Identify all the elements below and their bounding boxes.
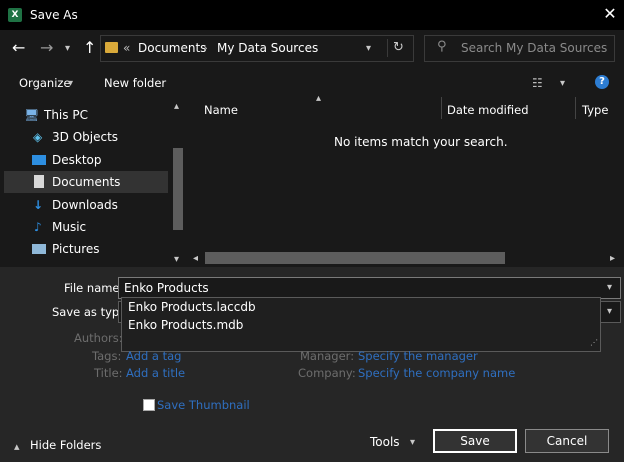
folder-icon: [105, 42, 118, 53]
back-arrow-icon[interactable]: ←: [12, 40, 25, 56]
close-icon[interactable]: ✕: [598, 3, 622, 25]
column-header-date-modified[interactable]: Date modified: [447, 103, 529, 117]
hide-folders-button[interactable]: Hide Folders: [30, 438, 101, 452]
recent-locations-chevron-icon[interactable]: ▾: [65, 43, 70, 54]
scroll-left-icon[interactable]: ◂: [193, 253, 198, 264]
add-title-link[interactable]: Add a title: [126, 366, 185, 380]
nav-item-label: Desktop: [52, 153, 102, 167]
nav-item-label: Pictures: [52, 242, 100, 256]
nav-item-music[interactable]: ♪ Music: [0, 216, 170, 238]
search-input[interactable]: Search My Data Sources: [461, 41, 607, 55]
file-name-input[interactable]: Enko Products: [124, 281, 209, 295]
company-label: Company:: [298, 366, 356, 380]
nav-item-this-pc[interactable]: 🖥 This PC: [0, 104, 170, 126]
nav-item-label: This PC: [44, 108, 88, 122]
new-folder-button[interactable]: New folder: [104, 76, 166, 90]
nav-item-label: Music: [52, 220, 87, 234]
tools-chevron-icon[interactable]: ▾: [410, 437, 415, 448]
column-header-type[interactable]: Type: [582, 103, 608, 117]
search-icon: ⚲: [437, 39, 447, 54]
resize-grip-icon[interactable]: ⋰: [590, 338, 598, 347]
tags-label: Tags:: [92, 349, 122, 363]
manager-label: Manager:: [300, 349, 355, 363]
breadcrumb-separator-icon: ›: [203, 41, 208, 55]
file-name-field[interactable]: Enko Products ▾: [118, 277, 621, 299]
scroll-right-icon[interactable]: ▸: [610, 253, 615, 264]
save-thumbnail-checkbox[interactable]: [143, 399, 155, 411]
organize-chevron-icon[interactable]: ▾: [68, 78, 73, 89]
desktop-icon: [32, 155, 46, 165]
download-icon: ↓: [33, 198, 44, 212]
autocomplete-dropdown: Enko Products.laccdb Enko Products.mdb ⋰: [121, 297, 601, 352]
address-bar[interactable]: « Documents › My Data Sources ▾ ↻: [100, 35, 414, 62]
save-button[interactable]: Save: [433, 429, 517, 453]
music-icon: ♪: [34, 220, 42, 234]
column-header-name[interactable]: Name: [204, 103, 238, 117]
save-as-type-chevron-icon[interactable]: ▾: [607, 306, 612, 317]
autocomplete-item[interactable]: Enko Products.mdb: [128, 318, 243, 332]
nav-item-pictures[interactable]: Pictures: [0, 238, 170, 260]
empty-folder-message: No items match your search.: [334, 135, 508, 149]
column-divider[interactable]: [441, 97, 442, 119]
nav-item-downloads[interactable]: ↓ Downloads: [0, 194, 170, 216]
title-bar: [0, 0, 624, 30]
specify-manager-link[interactable]: Specify the manager: [358, 349, 478, 363]
breadcrumb-my-data-sources[interactable]: My Data Sources: [217, 41, 318, 55]
address-history-chevron-icon[interactable]: ▾: [366, 43, 371, 54]
view-options-chevron-icon[interactable]: ▾: [560, 78, 565, 89]
sort-ascending-icon: ▴: [316, 93, 322, 104]
nav-item-desktop[interactable]: Desktop: [0, 149, 170, 171]
navigation-pane: 🖥 This PC ◈ 3D Objects Desktop Documents…: [0, 97, 186, 267]
breadcrumb-documents[interactable]: Documents: [138, 41, 206, 55]
up-arrow-icon[interactable]: ↑: [83, 40, 96, 56]
forward-arrow-icon[interactable]: →: [40, 40, 53, 56]
address-divider: [387, 39, 388, 57]
search-box[interactable]: ⚲ Search My Data Sources: [424, 35, 615, 62]
breadcrumb-overflow[interactable]: «: [123, 41, 130, 55]
autocomplete-item[interactable]: Enko Products.laccdb: [128, 300, 256, 314]
scroll-up-icon[interactable]: ▴: [174, 101, 179, 112]
nav-item-3d-objects[interactable]: ◈ 3D Objects: [0, 126, 170, 148]
specify-company-link[interactable]: Specify the company name: [358, 366, 515, 380]
view-options-icon[interactable]: ☷: [532, 76, 543, 90]
document-icon: [34, 175, 44, 188]
computer-icon: 🖥: [24, 108, 40, 122]
navigation-scrollbar-thumb[interactable]: [173, 148, 183, 230]
window-title: Save As: [30, 8, 78, 22]
scroll-down-icon[interactable]: ▾: [174, 254, 179, 265]
organize-button[interactable]: Organize: [19, 76, 71, 90]
picture-icon: [32, 244, 46, 254]
title-label: Title:: [94, 366, 123, 380]
excel-icon: X: [8, 8, 22, 22]
refresh-icon[interactable]: ↻: [393, 40, 404, 55]
tools-button[interactable]: Tools: [370, 435, 400, 449]
nav-item-label: 3D Objects: [52, 130, 119, 144]
save-thumbnail-label[interactable]: Save Thumbnail: [157, 398, 250, 412]
nav-item-label: Downloads: [52, 198, 118, 212]
nav-item-documents[interactable]: Documents: [4, 171, 168, 193]
authors-label: Authors:: [74, 331, 123, 345]
help-icon[interactable]: ?: [595, 75, 609, 89]
cancel-button[interactable]: Cancel: [525, 429, 609, 453]
hide-folders-chevron-icon[interactable]: ▴: [14, 440, 20, 453]
column-divider[interactable]: [575, 97, 576, 119]
file-list-scrollbar-thumb[interactable]: [205, 252, 505, 264]
file-name-chevron-icon[interactable]: ▾: [607, 282, 612, 293]
nav-item-label: Documents: [52, 175, 121, 189]
file-name-label: File name:: [64, 281, 124, 295]
cube-icon: ◈: [33, 130, 43, 144]
add-tag-link[interactable]: Add a tag: [126, 349, 181, 363]
